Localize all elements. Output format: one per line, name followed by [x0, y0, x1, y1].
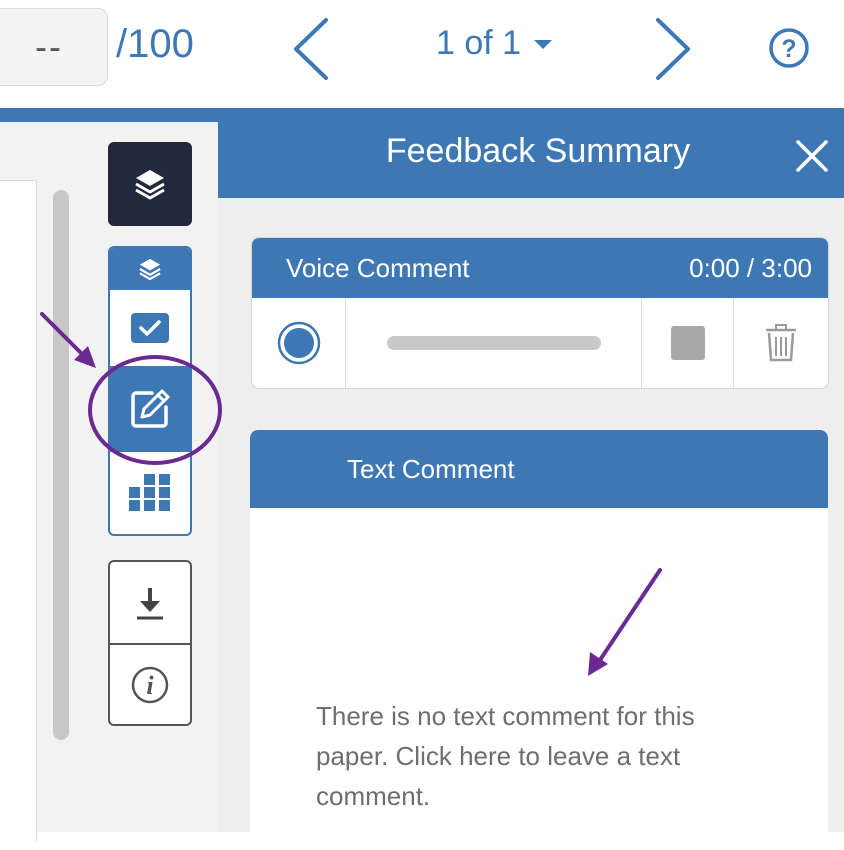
voice-progress-track[interactable]: [386, 336, 601, 350]
download-button[interactable]: [110, 562, 190, 645]
text-comment-card: Text Comment There is no text comment fo…: [250, 430, 828, 850]
grading-tools-group: [108, 246, 192, 536]
stop-icon: [670, 326, 705, 360]
voice-comment-time: 0:00 / 3:00: [689, 253, 812, 283]
voice-comment-header: Voice Comment 0:00 / 3:00: [252, 238, 828, 298]
chevron-right-icon: [656, 18, 690, 80]
vertical-scrollbar[interactable]: [53, 190, 69, 740]
previous-page-button[interactable]: [288, 14, 338, 84]
next-page-button[interactable]: [648, 14, 698, 84]
question-circle-icon: ?: [769, 28, 809, 68]
panel-header: Feedback Summary: [218, 108, 844, 198]
svg-text:?: ?: [781, 35, 796, 63]
score-max-label: /100: [116, 22, 194, 66]
layers-button[interactable]: [108, 142, 192, 226]
info-icon: i: [131, 666, 169, 703]
svg-text:i: i: [146, 671, 154, 700]
download-icon: [137, 587, 163, 619]
voice-comment-controls: [252, 298, 828, 388]
close-panel-button[interactable]: [792, 136, 832, 176]
info-button[interactable]: i: [110, 645, 190, 724]
document-page: [0, 180, 37, 841]
close-icon: [796, 140, 828, 172]
page-indicator: 1 of 1: [436, 24, 522, 62]
record-button[interactable]: [252, 298, 346, 388]
layers-icon: [135, 170, 165, 200]
voice-comment-card: Voice Comment 0:00 / 3:00: [251, 237, 829, 389]
edit-comment-icon: [131, 389, 170, 428]
caret-down-icon: [534, 39, 553, 49]
panel-title: Feedback Summary: [385, 132, 691, 170]
checkbox-icon: [131, 313, 169, 343]
help-button[interactable]: ?: [768, 27, 810, 69]
layers-small-icon: [139, 258, 161, 281]
score-value: --: [35, 26, 63, 67]
record-icon: [277, 321, 320, 365]
layers-toggle-button[interactable]: [110, 248, 190, 290]
text-comment-title: Text Comment: [347, 454, 515, 484]
grid-icon: [129, 474, 170, 511]
quickmark-button[interactable]: [110, 290, 190, 366]
trash-icon: [766, 324, 796, 362]
chevron-left-icon: [294, 18, 328, 80]
feedback-summary-button[interactable]: [110, 366, 190, 452]
delete-button[interactable]: [734, 298, 828, 388]
voice-comment-title: Voice Comment: [286, 253, 470, 283]
feedback-summary-panel: Feedback Summary Voice Comment 0:00 / 3:…: [218, 108, 844, 850]
voice-progress-area: [346, 298, 642, 388]
text-comment-header: Text Comment: [250, 430, 828, 508]
text-comment-empty-message[interactable]: There is no text comment for this paper.…: [316, 696, 756, 816]
page-selector[interactable]: 1 of 1: [436, 24, 553, 63]
utility-tools-group: i: [108, 560, 192, 726]
rubric-button[interactable]: [110, 452, 190, 534]
document-header-strip: [0, 108, 220, 122]
stop-button[interactable]: [642, 298, 734, 388]
score-input[interactable]: --: [0, 8, 108, 86]
